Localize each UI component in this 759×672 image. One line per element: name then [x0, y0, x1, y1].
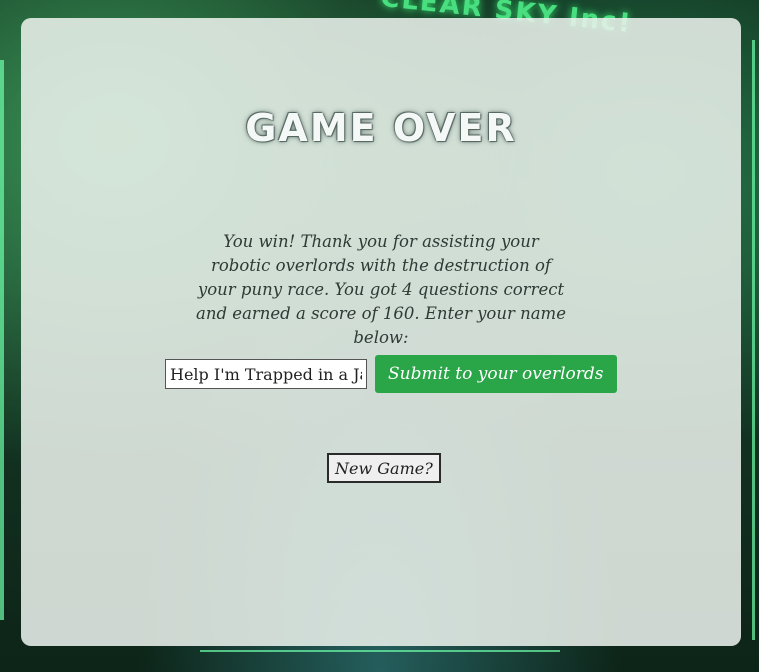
game-over-title: GAME OVER — [245, 106, 517, 150]
new-game-button[interactable]: New Game? — [327, 453, 441, 483]
background-light-streak — [0, 60, 4, 620]
submit-score-button[interactable]: Submit to your overlords — [375, 355, 617, 393]
game-over-panel: GAME OVER You win! Thank you for assisti… — [21, 18, 741, 646]
name-entry-form: Submit to your overlords — [165, 355, 617, 393]
background-light-streak — [752, 40, 755, 640]
result-message: You win! Thank you for assisting your ro… — [196, 232, 566, 347]
player-name-input[interactable] — [165, 359, 367, 389]
background-light-streak — [200, 650, 560, 652]
